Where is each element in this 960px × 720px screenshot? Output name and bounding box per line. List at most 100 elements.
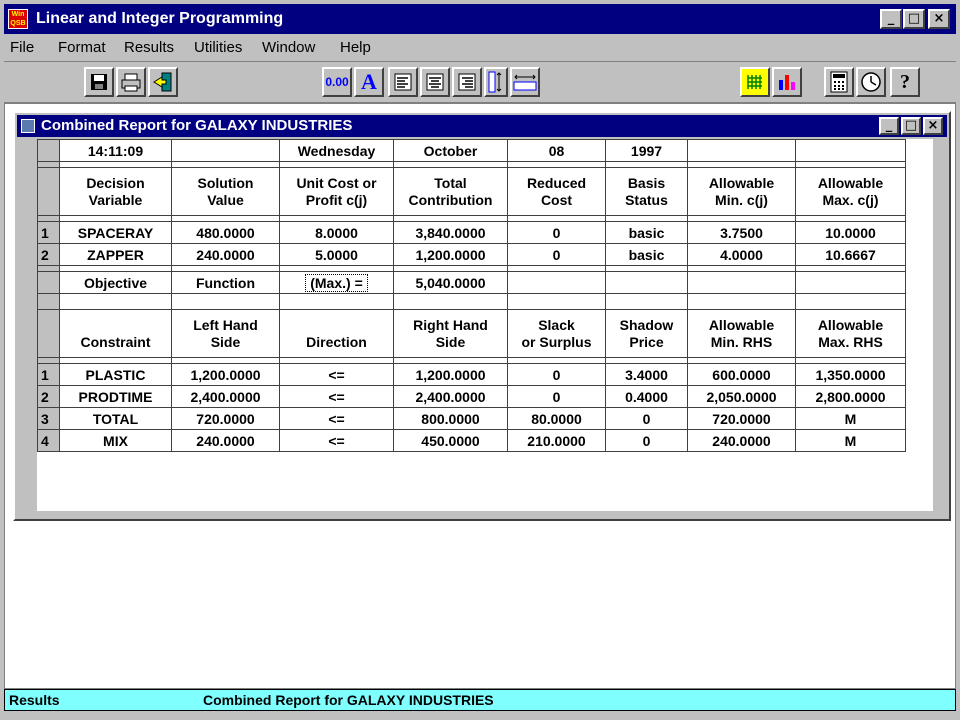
table-cell[interactable]: [795, 271, 906, 294]
table-cell[interactable]: 0.4000: [605, 385, 688, 408]
row-number[interactable]: 2: [37, 243, 60, 266]
table-cell[interactable]: MIX: [59, 429, 172, 452]
table-cell[interactable]: 0: [507, 243, 606, 266]
row-header[interactable]: [37, 139, 60, 162]
align-center-icon[interactable]: [420, 67, 450, 97]
table-cell[interactable]: 4.0000: [687, 243, 796, 266]
table-cell[interactable]: 480.0000: [171, 221, 280, 244]
table-cell[interactable]: 210.0000: [507, 429, 606, 452]
minimize-button[interactable]: _: [880, 9, 902, 29]
table-cell[interactable]: [687, 139, 796, 162]
report-icon[interactable]: [21, 119, 35, 133]
maximize-button[interactable]: □: [903, 9, 925, 29]
table-cell[interactable]: 1,200.0000: [393, 363, 508, 386]
table-cell[interactable]: [507, 271, 606, 294]
report-maximize-button[interactable]: □: [901, 117, 921, 135]
table-cell[interactable]: [795, 139, 906, 162]
report-close-button[interactable]: ×: [923, 117, 943, 135]
weekday-cell[interactable]: Wednesday: [279, 139, 394, 162]
decimal-icon[interactable]: 0.00: [322, 67, 352, 97]
table-cell[interactable]: <=: [279, 385, 394, 408]
table-cell[interactable]: <=: [279, 407, 394, 430]
column-header[interactable]: Allowable Min. RHS: [687, 309, 796, 358]
align-left-icon[interactable]: [388, 67, 418, 97]
table-cell[interactable]: 240.0000: [687, 429, 796, 452]
column-width-icon[interactable]: [510, 67, 540, 97]
time-cell[interactable]: 14:11:09: [59, 139, 172, 162]
selected-cell[interactable]: (Max.) =: [279, 271, 394, 294]
close-button[interactable]: ×: [928, 9, 950, 29]
day-cell[interactable]: 08: [507, 139, 606, 162]
table-cell[interactable]: basic: [605, 221, 688, 244]
table-cell[interactable]: 0: [605, 407, 688, 430]
table-cell[interactable]: PLASTIC: [59, 363, 172, 386]
menu-file[interactable]: File: [10, 39, 34, 56]
table-cell[interactable]: <=: [279, 363, 394, 386]
table-cell[interactable]: 1,200.0000: [393, 243, 508, 266]
table-cell[interactable]: 8.0000: [279, 221, 394, 244]
align-right-icon[interactable]: [452, 67, 482, 97]
column-header[interactable]: Basis Status: [605, 167, 688, 216]
table-cell[interactable]: [687, 271, 796, 294]
report-grid[interactable]: 14:11:09 Wednesday October 08 1997 Decis…: [37, 139, 933, 511]
table-cell[interactable]: PRODTIME: [59, 385, 172, 408]
column-header[interactable]: Total Contribution: [393, 167, 508, 216]
row-height-icon[interactable]: [484, 67, 508, 97]
chart-icon[interactable]: [772, 67, 802, 97]
column-header[interactable]: Reduced Cost: [507, 167, 606, 216]
table-cell[interactable]: 3,840.0000: [393, 221, 508, 244]
row-header[interactable]: [37, 271, 60, 294]
table-cell[interactable]: 2,400.0000: [171, 385, 280, 408]
table-cell[interactable]: 1,350.0000: [795, 363, 906, 386]
row-number[interactable]: 2: [37, 385, 60, 408]
table-cell[interactable]: 0: [507, 385, 606, 408]
table-cell[interactable]: 2,800.0000: [795, 385, 906, 408]
table-cell[interactable]: 450.0000: [393, 429, 508, 452]
title-bar[interactable]: Win QSB Linear and Integer Programming _…: [4, 4, 956, 34]
table-cell[interactable]: 0: [605, 429, 688, 452]
row-number[interactable]: 3: [37, 407, 60, 430]
table-cell[interactable]: Function: [171, 271, 280, 294]
table-cell[interactable]: 720.0000: [687, 407, 796, 430]
table-cell[interactable]: Objective: [59, 271, 172, 294]
column-header[interactable]: Allowable Min. c(j): [687, 167, 796, 216]
menu-help[interactable]: Help: [340, 39, 371, 56]
exit-icon[interactable]: [148, 67, 178, 97]
table-cell[interactable]: <=: [279, 429, 394, 452]
column-header[interactable]: Unit Cost or Profit c(j): [279, 167, 394, 216]
table-cell[interactable]: 3.4000: [605, 363, 688, 386]
column-header[interactable]: Solution Value: [171, 167, 280, 216]
table-cell[interactable]: TOTAL: [59, 407, 172, 430]
menu-utilities[interactable]: Utilities: [194, 39, 242, 56]
table-cell[interactable]: 1,200.0000: [171, 363, 280, 386]
report-title-bar[interactable]: Combined Report for GALAXY INDUSTRIES _ …: [17, 115, 947, 137]
row-number[interactable]: 1: [37, 221, 60, 244]
table-cell[interactable]: 800.0000: [393, 407, 508, 430]
grid-icon[interactable]: [740, 67, 770, 97]
report-minimize-button[interactable]: _: [879, 117, 899, 135]
calculator-icon[interactable]: [824, 67, 854, 97]
row-header[interactable]: [37, 167, 60, 216]
row-header[interactable]: [37, 309, 60, 358]
column-header[interactable]: Direction: [279, 309, 394, 358]
column-header[interactable]: Allowable Max. c(j): [795, 167, 906, 216]
table-cell[interactable]: M: [795, 407, 906, 430]
table-cell[interactable]: [605, 271, 688, 294]
save-icon[interactable]: [84, 67, 114, 97]
year-cell[interactable]: 1997: [605, 139, 688, 162]
table-cell[interactable]: 10.6667: [795, 243, 906, 266]
table-cell[interactable]: 80.0000: [507, 407, 606, 430]
table-cell[interactable]: 720.0000: [171, 407, 280, 430]
column-header[interactable]: Allowable Max. RHS: [795, 309, 906, 358]
column-header[interactable]: Shadow Price: [605, 309, 688, 358]
table-cell[interactable]: 240.0000: [171, 429, 280, 452]
table-cell[interactable]: 10.0000: [795, 221, 906, 244]
column-header[interactable]: Constraint: [59, 309, 172, 358]
menu-format[interactable]: Format: [58, 39, 106, 56]
table-cell[interactable]: 0: [507, 221, 606, 244]
help-icon[interactable]: ?: [890, 67, 920, 97]
row-number[interactable]: 1: [37, 363, 60, 386]
menu-results[interactable]: Results: [124, 39, 174, 56]
table-cell[interactable]: 2,050.0000: [687, 385, 796, 408]
table-cell[interactable]: 240.0000: [171, 243, 280, 266]
